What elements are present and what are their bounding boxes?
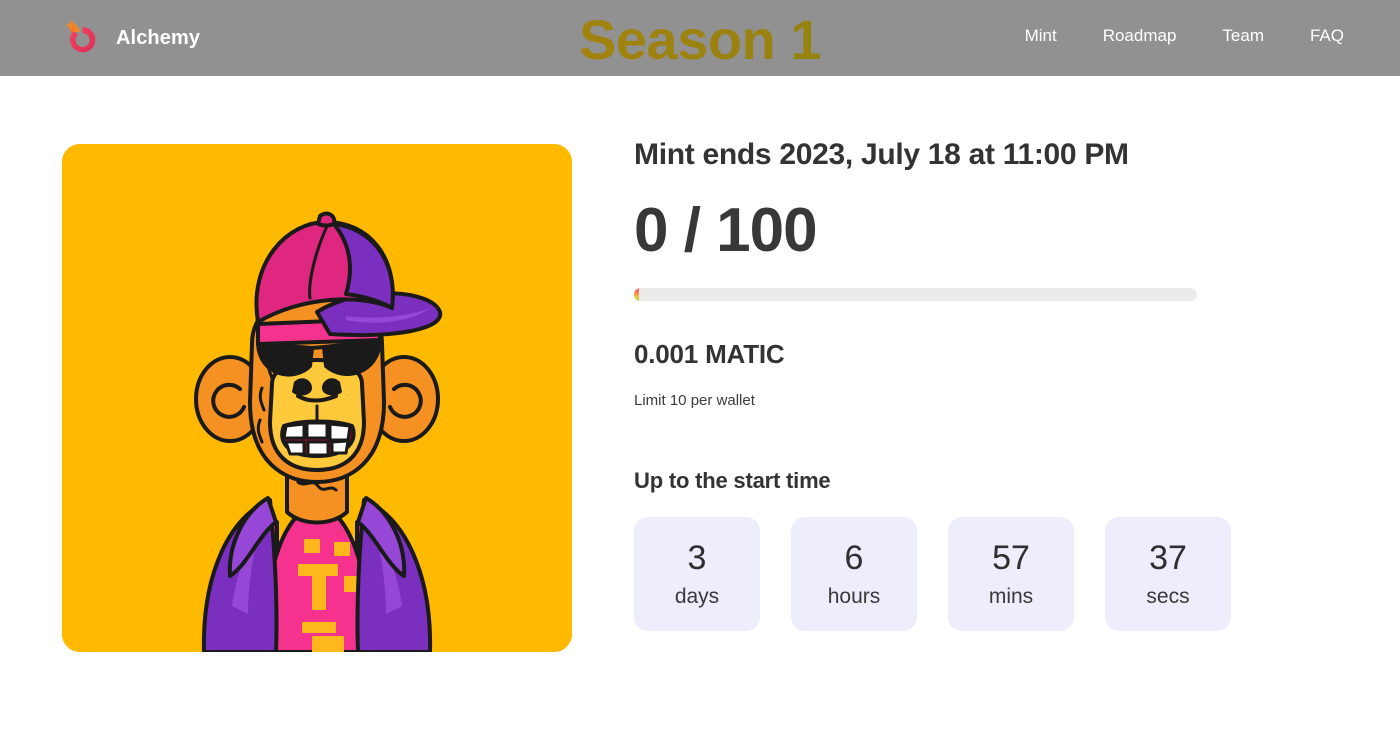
mint-price-value: 0.001 MATIC	[634, 339, 785, 369]
countdown-heading: Up to the start time	[634, 468, 831, 493]
countdown-secs-value: 37	[1149, 539, 1187, 577]
nav-item-faq[interactable]: FAQ	[1310, 26, 1344, 46]
nft-artwork-image	[62, 144, 572, 652]
countdown-box-hours: 6 hours	[791, 517, 917, 631]
countdown-days-label: days	[674, 585, 720, 608]
main-nav: Mint Roadmap Team FAQ	[1025, 26, 1344, 46]
page-root: Alchemy Season 1 Mint Roadmap Team FAQ	[0, 0, 1400, 744]
main-content: Mint ends 2023, July 18 at 11:00 PM 0 / …	[0, 76, 1400, 744]
countdown-box-mins: 57 mins	[948, 517, 1074, 631]
mint-count-value: 0 / 100	[634, 196, 818, 265]
countdown-box-days: 3 days	[634, 517, 760, 631]
mint-limit-text: Limit 10 per wallet	[634, 392, 755, 409]
site-header: Alchemy Season 1 Mint Roadmap Team FAQ	[0, 0, 1400, 76]
countdown-mins-label: mins	[988, 585, 1034, 608]
countdown-secs-label: secs	[1146, 585, 1190, 608]
countdown-hours-label: hours	[827, 585, 881, 608]
countdown-hours-value: 6	[844, 539, 864, 577]
mint-deadline-text: Mint ends 2023, July 18 at 11:00 PM	[634, 138, 1129, 171]
countdown-mins-value: 57	[992, 539, 1030, 577]
nft-preview-card	[62, 144, 572, 652]
countdown-days-value: 3	[687, 539, 707, 577]
nav-item-roadmap[interactable]: Roadmap	[1103, 26, 1177, 46]
mint-progress-bar	[634, 288, 1197, 301]
mint-info-panel: Mint ends 2023, July 18 at 11:00 PM 0 / …	[634, 138, 1234, 631]
countdown-box-secs: 37 secs	[1105, 517, 1231, 631]
nav-item-mint[interactable]: Mint	[1025, 26, 1057, 46]
nav-item-team[interactable]: Team	[1222, 26, 1264, 46]
mint-progress-fill	[634, 288, 639, 301]
countdown-row: 3 days 6 hours 57 mins 37 secs	[634, 517, 1234, 631]
